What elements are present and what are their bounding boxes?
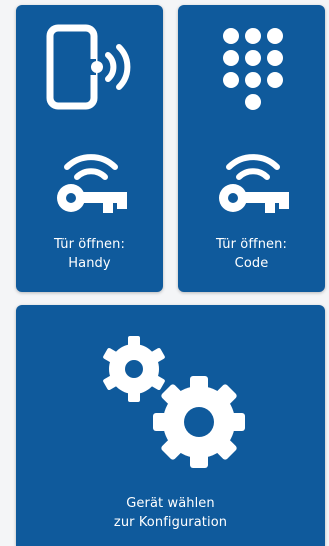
open-door-code-label: Tür öffnen: Code [216,237,287,271]
configure-device-label: Gerät wählen zur Konfiguration [113,496,228,530]
open-door-phone-label: Tür öffnen: Handy [54,237,125,271]
keypad-icon [223,28,283,110]
configure-device-card[interactable]: Gerät wählen zur Konfiguration [16,305,325,546]
open-door-code-card[interactable]: Tür öffnen: Code [178,5,325,292]
wireless-key-icon [57,154,127,213]
gears-icon [103,336,245,468]
wireless-key-icon [219,154,289,213]
open-door-phone-card[interactable]: Tür öffnen: Handy [16,5,163,292]
phone-nfc-icon [46,24,131,110]
